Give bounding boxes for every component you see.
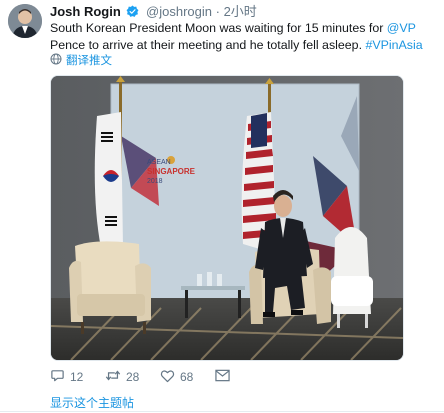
direct-message-icon <box>215 369 230 385</box>
like-count: 68 <box>180 370 194 384</box>
tweet-card[interactable]: Josh Rogin @joshrogin · 2小时 South Korean… <box>0 0 444 413</box>
timestamp[interactable]: 2小时 <box>224 4 257 19</box>
author-name[interactable]: Josh Rogin <box>50 4 121 19</box>
like-button[interactable]: 68 <box>160 369 215 386</box>
tweet-text-part-1: South Korean President Moon was waiting … <box>50 21 387 35</box>
hashtag-link[interactable]: #VPinAsia <box>365 38 422 52</box>
tweet-text: South Korean President Moon was waiting … <box>50 20 440 54</box>
translate-tweet-link[interactable]: 翻译推文 <box>50 53 112 69</box>
avatar[interactable] <box>8 4 42 38</box>
tweet-header: Josh Rogin @joshrogin · 2小时 <box>50 4 257 20</box>
divider <box>0 411 444 412</box>
separator-dot: · <box>215 4 220 19</box>
tweet-actions: 12 28 68 <box>50 368 235 386</box>
tweet-photo[interactable]: ASEAN SINGAPORE 2018 <box>50 75 404 361</box>
globe-icon <box>50 53 62 69</box>
backdrop-text-2: SINGAPORE <box>147 167 196 176</box>
retweet-icon <box>105 368 121 386</box>
translate-label: 翻译推文 <box>66 55 112 67</box>
reply-icon <box>50 368 65 386</box>
retweet-count: 28 <box>126 370 140 384</box>
meeting-photo-illustration: ASEAN SINGAPORE 2018 <box>51 76 403 360</box>
mention-link[interactable]: @VP <box>387 21 416 35</box>
like-icon <box>160 369 175 386</box>
backdrop-text-3: 2018 <box>147 178 163 185</box>
author-handle[interactable]: @joshrogin <box>146 4 212 19</box>
reply-button[interactable]: 12 <box>50 368 105 386</box>
reply-count: 12 <box>70 370 84 384</box>
show-thread-link[interactable]: 显示这个主题帖 <box>50 394 134 411</box>
tweet-text-part-2: Pence to arrive at their meeting and he … <box>50 38 366 52</box>
backdrop-text-1: ASEAN <box>147 159 171 166</box>
retweet-button[interactable]: 28 <box>105 368 160 386</box>
direct-message-button[interactable] <box>215 369 235 385</box>
